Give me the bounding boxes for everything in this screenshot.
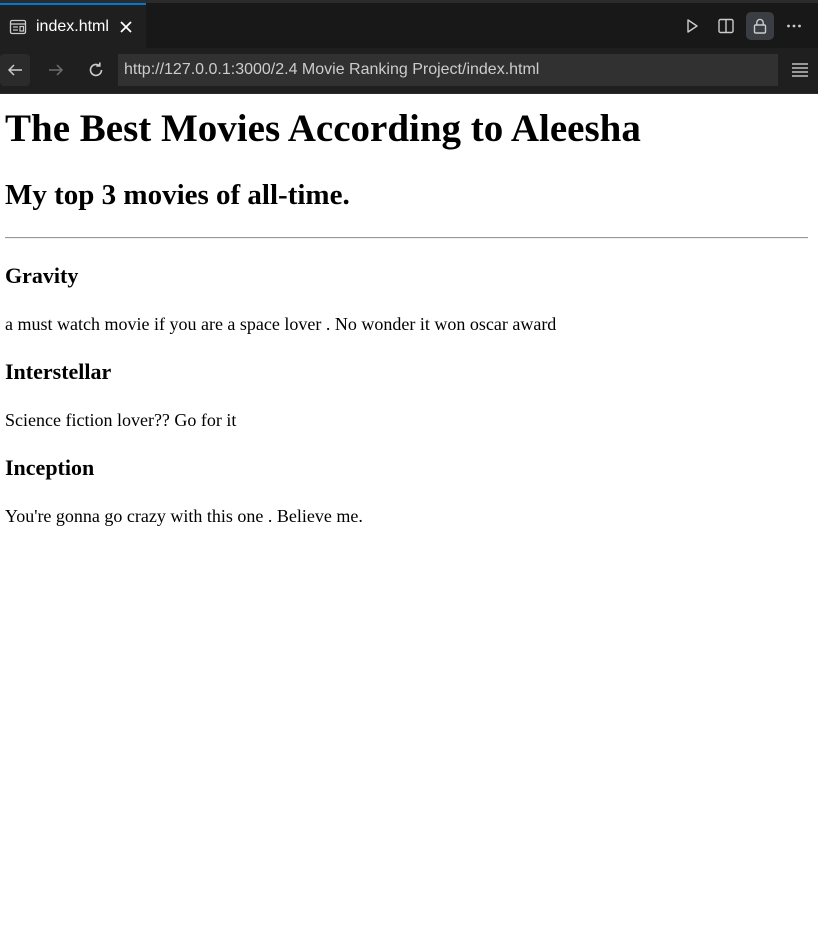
hamburger-menu-icon[interactable]: [790, 60, 810, 80]
tab-label: index.html: [36, 17, 109, 35]
movie-title: Interstellar: [5, 359, 112, 384]
movie-item-gravity: Gravity a must watch movie if you are a …: [5, 263, 808, 335]
preview-icon: [9, 18, 27, 36]
more-actions-icon[interactable]: [780, 12, 808, 40]
page-preview: The Best Movies According to Aleesha My …: [0, 94, 818, 945]
movie-item-inception: Inception You're gonna go crazy with thi…: [5, 455, 808, 527]
back-arrow-icon[interactable]: [0, 54, 30, 86]
movie-description: You're gonna go crazy with this one . Be…: [5, 506, 363, 526]
forward-arrow-icon[interactable]: [41, 54, 71, 86]
page-title: The Best Movies According to Aleesha: [5, 107, 641, 150]
url-input[interactable]: http://127.0.0.1:3000/2.4 Movie Ranking …: [118, 54, 778, 86]
editor-actions: [678, 11, 808, 41]
movie-title: Gravity: [5, 263, 79, 288]
tab-index-html[interactable]: index.html: [0, 3, 146, 48]
browser-address-bar: http://127.0.0.1:3000/2.4 Movie Ranking …: [0, 48, 818, 94]
movie-title: Inception: [5, 455, 95, 480]
editor-tab-bar: index.html: [0, 0, 818, 48]
movie-description: a must watch movie if you are a space lo…: [5, 314, 557, 334]
run-icon[interactable]: [678, 12, 706, 40]
page-subtitle: My top 3 movies of all-time.: [5, 179, 350, 211]
lock-icon[interactable]: [746, 12, 774, 40]
movie-description: Science fiction lover?? Go for it: [5, 410, 237, 430]
reload-icon[interactable]: [81, 54, 111, 86]
movie-item-interstellar: Interstellar Science fiction lover?? Go …: [5, 359, 808, 431]
divider: [5, 237, 808, 239]
split-editor-icon[interactable]: [712, 12, 740, 40]
close-icon[interactable]: [119, 19, 135, 35]
